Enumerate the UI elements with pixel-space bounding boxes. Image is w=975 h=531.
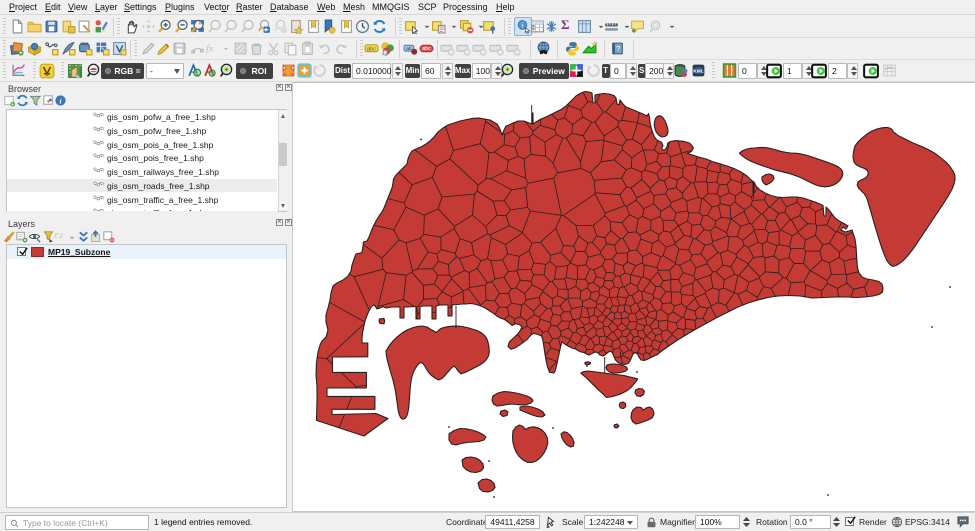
svg-text:KML: KML bbox=[693, 69, 703, 75]
svg-text:ab: ab bbox=[407, 46, 413, 52]
svg-text:abc: abc bbox=[367, 46, 377, 52]
svg-text:abc: abc bbox=[422, 46, 431, 52]
svg-text:?: ? bbox=[616, 44, 620, 53]
svg-text:fx: fx bbox=[206, 44, 214, 55]
svg-text:i: i bbox=[521, 22, 523, 30]
svg-text:…: … bbox=[61, 237, 66, 242]
